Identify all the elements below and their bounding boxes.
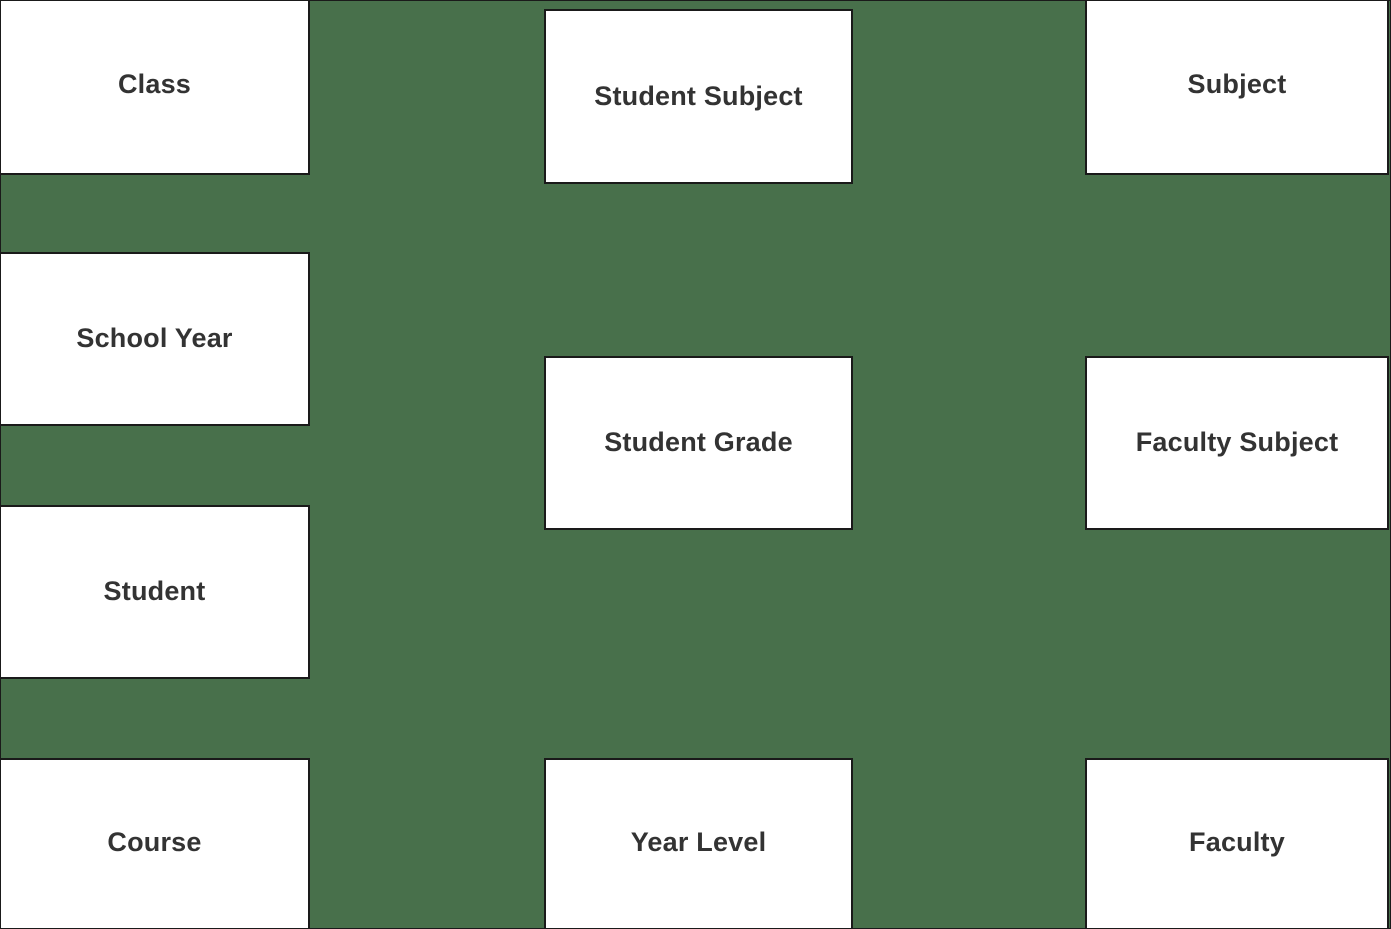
entity-label: Course	[107, 827, 202, 858]
entity-label: Year Level	[630, 827, 767, 858]
entity-box-course[interactable]: Course	[1, 758, 310, 928]
entity-label: Student Grade	[604, 427, 793, 458]
entity-box-student-subject[interactable]: Student Subject	[544, 9, 853, 184]
entity-box-student[interactable]: Student	[1, 505, 310, 679]
entity-box-class[interactable]: Class	[1, 1, 310, 175]
entity-label: School Year	[76, 323, 233, 354]
entity-label: Student Subject	[594, 80, 803, 111]
entity-label: Class	[117, 69, 192, 100]
entity-box-faculty-subject[interactable]: Faculty Subject	[1085, 356, 1389, 530]
entity-label: Student	[103, 576, 206, 607]
entity-label: Faculty Subject	[1135, 427, 1339, 458]
entity-box-year-level[interactable]: Year Level	[544, 758, 853, 928]
entity-box-school-year[interactable]: School Year	[1, 252, 310, 426]
erd-canvas: Class Student Subject Subject School Year St…	[0, 0, 1391, 929]
entity-label: Faculty	[1189, 827, 1285, 858]
entity-box-faculty[interactable]: Faculty	[1085, 758, 1389, 928]
entity-label: Subject	[1187, 69, 1287, 100]
entity-box-student-grade[interactable]: Student Grade	[544, 356, 853, 530]
entity-box-subject[interactable]: Subject	[1085, 1, 1389, 175]
